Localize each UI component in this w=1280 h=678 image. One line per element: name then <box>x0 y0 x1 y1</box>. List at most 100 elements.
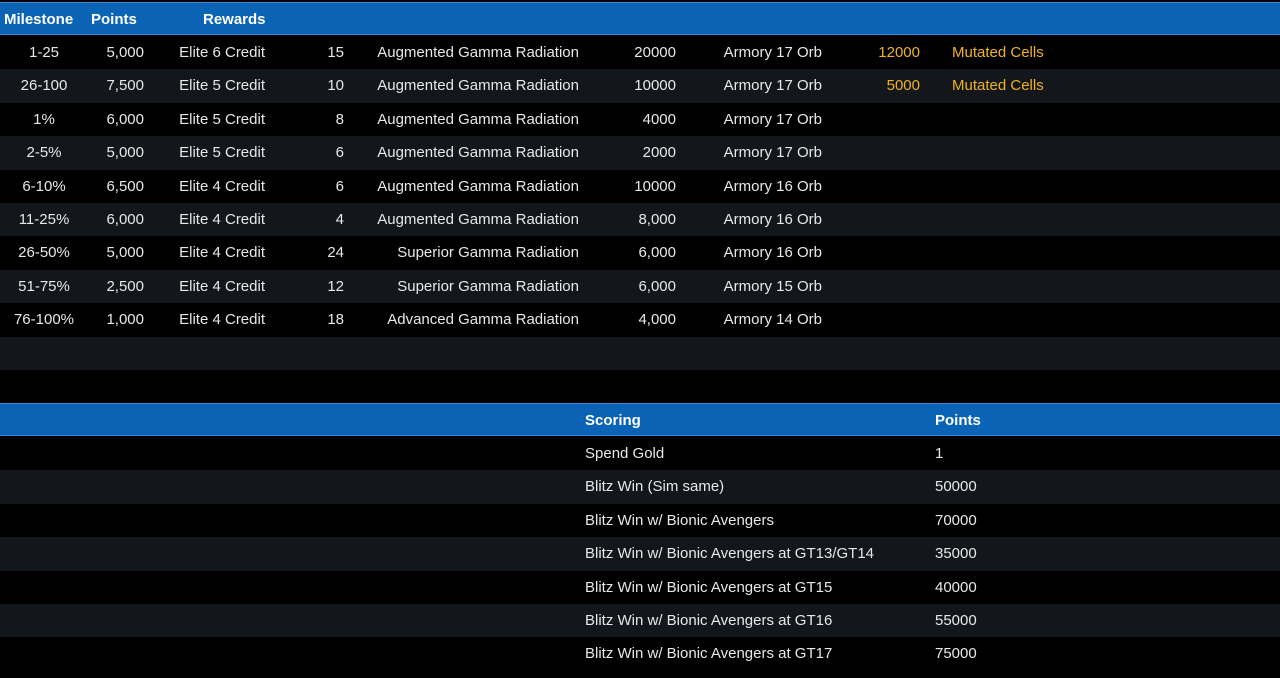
credit-quantity-cell: 24 <box>327 244 344 262</box>
extra-reward-cell: Mutated Cells <box>952 44 1044 61</box>
points-cell: 1,000 <box>106 311 144 329</box>
radiation-quantity-cell: 10000 <box>634 77 676 95</box>
milestone-column-header: Milestone <box>4 11 74 28</box>
radiation-quantity-cell: 4,000 <box>638 311 676 329</box>
radiation-reward-cell: Augmented Gamma Radiation <box>377 110 579 128</box>
orb-reward-cell: Armory 14 Orb <box>723 311 822 329</box>
orb-quantity-cell <box>840 103 920 136</box>
scoring-action-cell: Blitz Win (Sim same) <box>585 478 725 496</box>
credit-quantity-cell: 6 <box>335 177 344 195</box>
scoring-points-cell: 55000 <box>935 612 977 629</box>
milestone-cell: 51-75% <box>18 277 70 295</box>
extra-reward-cell <box>952 303 1112 336</box>
table-row: 26-100 7,500 Elite 5 Credit 10 Augmented Gam… <box>0 69 1280 103</box>
credit-reward-cell: Elite 5 Credit <box>179 77 265 95</box>
table-row: 51-75% 2,500 Elite 4 Credit 12 Superior Gamm… <box>0 269 1280 304</box>
milestone-cell: 26-50% <box>18 244 70 262</box>
radiation-reward-cell: Augmented Gamma Radiation <box>377 211 579 228</box>
orb-quantity-cell <box>840 136 920 169</box>
scoring-points-cell: 50000 <box>935 478 977 496</box>
table-row: 11-25% 6,000 Elite 4 Credit 4 Augmented Gamm… <box>0 203 1280 237</box>
orb-quantity-cell <box>840 303 920 336</box>
table-row: Blitz Win w/ Bionic Avengers 70000 <box>0 503 1280 538</box>
table-row: 6-10% 6,500 Elite 4 Credit 6 Augmented Gamma… <box>0 169 1280 203</box>
credit-reward-cell: Elite 4 Credit <box>179 244 265 262</box>
orb-quantity-cell <box>840 170 920 203</box>
extra-reward-cell <box>952 236 1112 269</box>
radiation-quantity-cell: 20000 <box>634 44 676 61</box>
credit-quantity-cell: 15 <box>327 44 344 61</box>
radiation-reward-cell: Augmented Gamma Radiation <box>377 177 579 195</box>
scoring-action-cell: Blitz Win w/ Bionic Avengers <box>585 511 774 529</box>
points-cell: 7,500 <box>106 77 144 95</box>
table-row: 26-50% 5,000 Elite 4 Credit 24 Superior Gamm… <box>0 236 1280 270</box>
milestone-cell: 2-5% <box>26 144 62 162</box>
rewards-column-header: Rewards <box>203 11 266 28</box>
scoring-action-cell: Blitz Win w/ Bionic Avengers at GT17 <box>585 645 833 663</box>
credit-reward-cell: Elite 5 Credit <box>179 144 265 162</box>
milestone-cell: 26-100 <box>20 77 68 95</box>
credit-quantity-cell: 10 <box>327 77 344 95</box>
orb-reward-cell: Armory 17 Orb <box>723 144 822 162</box>
scoring-table-header: Scoring Points <box>0 403 1280 437</box>
scoring-points-column-header: Points <box>935 412 981 429</box>
extra-reward-cell: Mutated Cells <box>952 77 1044 95</box>
milestone-cell: 11-25% <box>18 211 70 228</box>
orb-reward-cell: Armory 16 Orb <box>723 244 822 262</box>
milestone-table-header: Milestone Points Rewards <box>0 2 1280 36</box>
table-row: Spend Gold 1 <box>0 437 1280 471</box>
credit-quantity-cell: 8 <box>335 110 344 128</box>
credit-quantity-cell: 12 <box>327 277 344 295</box>
scoring-action-cell: Blitz Win w/ Bionic Avengers at GT16 <box>585 612 833 629</box>
scoring-points-cell: 70000 <box>935 511 977 529</box>
orb-reward-cell: Armory 16 Orb <box>723 177 822 195</box>
points-cell: 2,500 <box>106 277 144 295</box>
extra-reward-cell <box>952 170 1112 203</box>
radiation-quantity-cell: 8,000 <box>638 211 676 228</box>
orb-reward-cell: Armory 16 Orb <box>723 211 822 228</box>
table-row: 76-100% 1,000 Elite 4 Credit 18 Advanced Gam… <box>0 303 1280 337</box>
radiation-quantity-cell: 2000 <box>642 144 676 162</box>
points-cell: 5,000 <box>106 144 144 162</box>
radiation-reward-cell: Superior Gamma Radiation <box>397 277 579 295</box>
radiation-quantity-cell: 6,000 <box>638 244 676 262</box>
milestone-cell: 6-10% <box>22 177 66 195</box>
credit-reward-cell: Elite 6 Credit <box>179 44 265 61</box>
milestone-cell: 1% <box>33 110 55 128</box>
radiation-reward-cell: Superior Gamma Radiation <box>397 244 579 262</box>
extra-reward-cell <box>952 136 1112 169</box>
extra-reward-cell <box>952 270 1112 303</box>
points-cell: 5,000 <box>106 44 144 61</box>
credit-quantity-cell: 4 <box>335 211 344 228</box>
orb-quantity-cell: 12000 <box>878 44 920 61</box>
credit-reward-cell: Elite 4 Credit <box>179 211 265 228</box>
table-row: 2-5% 5,000 Elite 5 Credit 6 Augmented Gamma … <box>0 136 1280 170</box>
milestone-cell: 76-100% <box>13 311 75 329</box>
scoring-action-cell: Blitz Win w/ Bionic Avengers at GT15 <box>585 578 833 596</box>
radiation-reward-cell: Augmented Gamma Radiation <box>377 44 579 61</box>
extra-reward-cell <box>952 203 1112 236</box>
radiation-reward-cell: Augmented Gamma Radiation <box>377 144 579 162</box>
points-cell: 5,000 <box>106 244 144 262</box>
credit-reward-cell: Elite 4 Credit <box>179 277 265 295</box>
radiation-quantity-cell: 10000 <box>634 177 676 195</box>
orb-reward-cell: Armory 17 Orb <box>723 44 822 61</box>
radiation-quantity-cell: 6,000 <box>638 277 676 295</box>
scoring-points-cell: 40000 <box>935 578 977 596</box>
scoring-points-cell: 35000 <box>935 545 977 563</box>
credit-reward-cell: Elite 4 Credit <box>179 177 265 195</box>
orb-quantity-cell <box>840 203 920 236</box>
credit-reward-cell: Elite 5 Credit <box>179 110 265 128</box>
scoring-points-cell: 75000 <box>935 645 977 663</box>
scoring-action-cell: Spend Gold <box>585 445 665 462</box>
points-cell: 6,000 <box>106 211 144 228</box>
points-cell: 6,500 <box>106 177 144 195</box>
orb-reward-cell: Armory 17 Orb <box>723 110 822 128</box>
orb-reward-cell: Armory 15 Orb <box>723 277 822 295</box>
table-row: Blitz Win w/ Bionic Avengers at GT15 4000… <box>0 570 1280 604</box>
extra-reward-cell <box>952 103 1112 136</box>
points-cell: 6,000 <box>106 110 144 128</box>
radiation-quantity-cell: 4000 <box>642 110 676 128</box>
table-row: 1-25 5,000 Elite 6 Credit 15 Augmented Gamma… <box>0 36 1280 70</box>
table-row: Blitz Win w/ Bionic Avengers at GT13/GT1… <box>0 537 1280 571</box>
